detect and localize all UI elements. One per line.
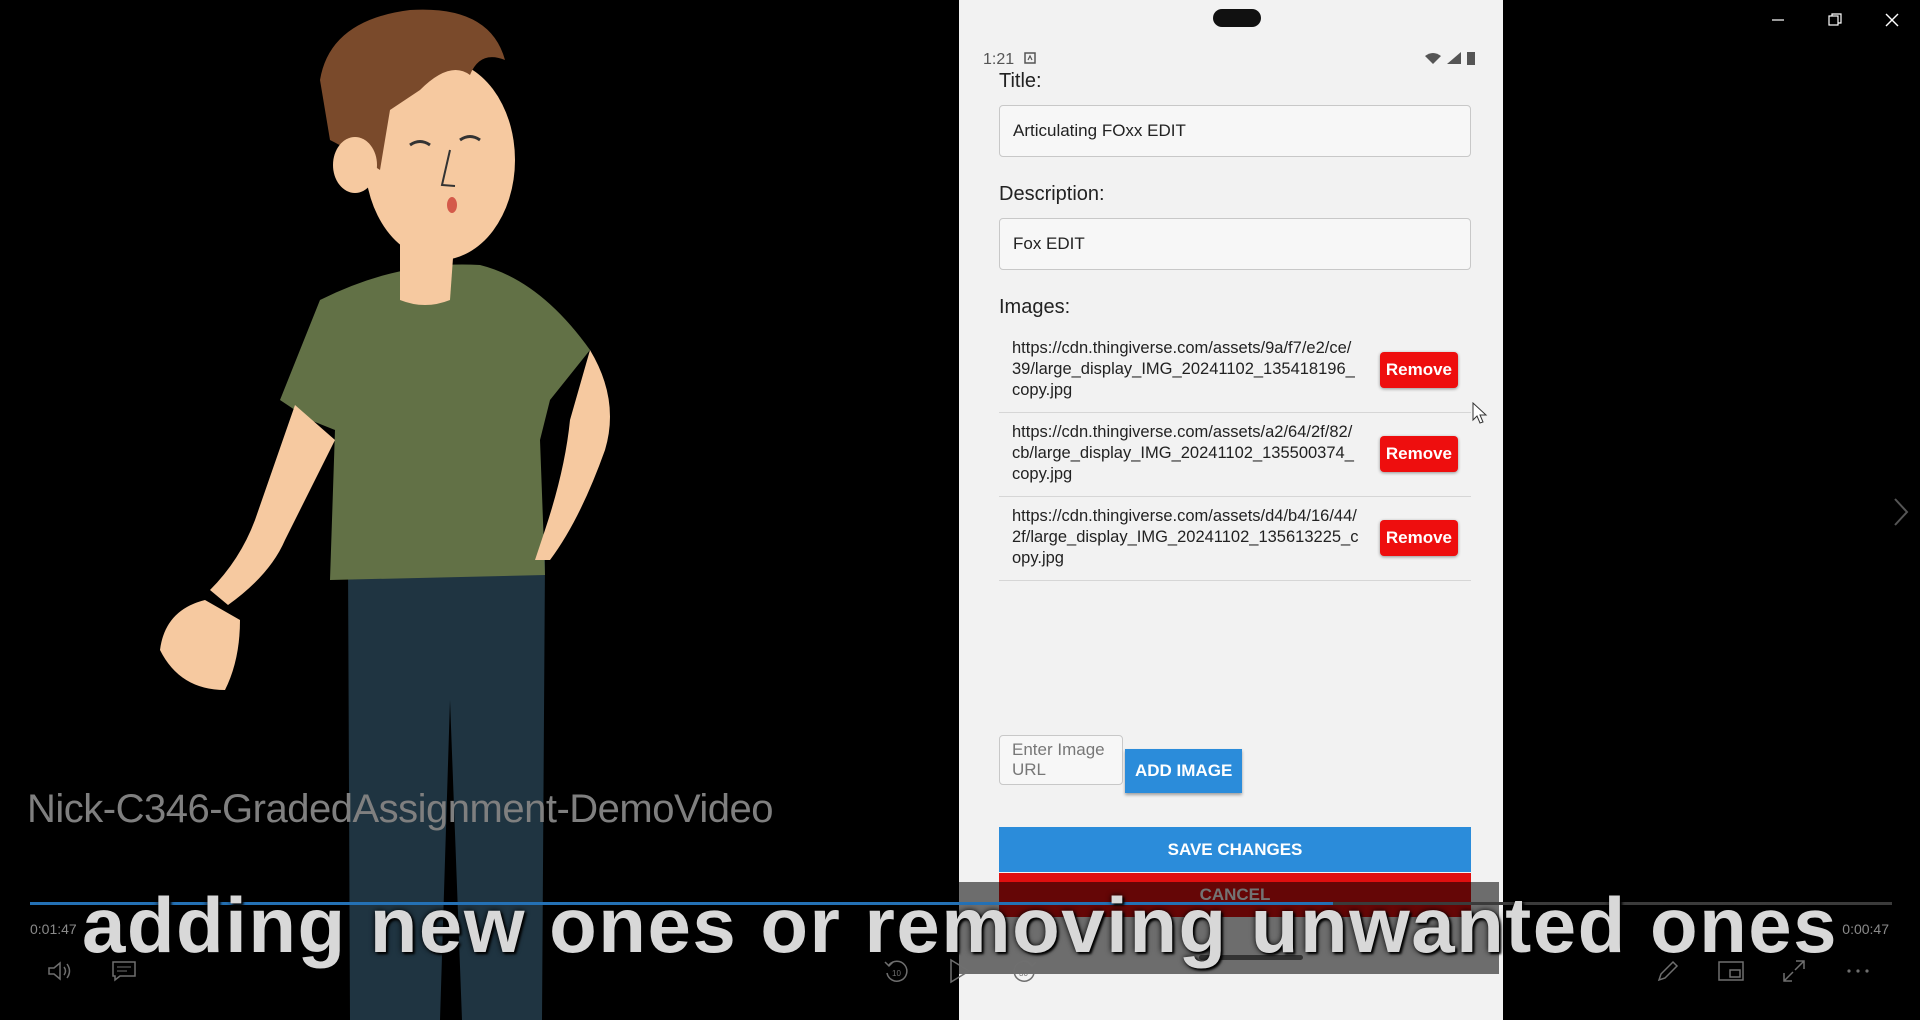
image-url-text: https://cdn.thingiverse.com/assets/a2/64… (1012, 423, 1354, 483)
description-input[interactable]: Fox EDIT (999, 218, 1471, 270)
status-time: 1:21 (983, 51, 1015, 68)
title-input[interactable]: Articulating FOxx EDIT (999, 105, 1471, 157)
phone-notch (1213, 9, 1261, 27)
wifi-icon (1425, 51, 1441, 69)
signal-icon (1447, 51, 1461, 69)
remove-image-button[interactable]: Remove (1379, 519, 1458, 556)
add-image-button[interactable]: ADD IMAGE (1125, 749, 1243, 793)
remove-image-button[interactable]: Remove (1379, 435, 1458, 472)
minimize-icon[interactable] (1749, 0, 1806, 40)
image-list-item: https://cdn.thingiverse.com/assets/9a/f7… (999, 329, 1471, 413)
restore-icon[interactable] (1806, 0, 1863, 40)
window-controls (1749, 0, 1920, 40)
status-bar: 1:21 (983, 50, 1475, 70)
video-title: Nick-C346-GradedAssignment-DemoVideo (27, 787, 774, 831)
images-label: Images: (999, 296, 1071, 318)
video-subtitle: adding new ones or removing unwanted one… (81, 881, 1839, 969)
notification-icon (1024, 51, 1036, 69)
phone-screen: 1:21 Title: Articulating FOxx EDIT Descr… (959, 0, 1503, 1020)
close-icon[interactable] (1863, 0, 1920, 40)
image-url-input[interactable]: Enter Image URL (999, 735, 1123, 785)
title-label: Title: (999, 70, 1042, 92)
description-label: Description: (999, 183, 1105, 205)
battery-icon (1467, 51, 1475, 70)
cartoon-character (160, 9, 610, 1020)
chevron-right-icon[interactable] (1893, 497, 1909, 527)
save-changes-button[interactable]: SAVE CHANGES (999, 827, 1471, 872)
image-list-item: https://cdn.thingiverse.com/assets/a2/64… (999, 413, 1471, 497)
add-image-row: Enter Image URL ADD IMAGE (999, 735, 1243, 793)
remove-image-button[interactable]: Remove (1379, 351, 1458, 388)
image-list-item: https://cdn.thingiverse.com/assets/d4/b4… (999, 497, 1471, 581)
mouse-pointer-icon (1472, 402, 1488, 424)
image-url-text: https://cdn.thingiverse.com/assets/9a/f7… (1012, 339, 1355, 399)
image-url-text: https://cdn.thingiverse.com/assets/d4/b4… (1012, 507, 1359, 567)
edit-form: Title: Articulating FOxx EDIT Descriptio… (999, 70, 1471, 581)
